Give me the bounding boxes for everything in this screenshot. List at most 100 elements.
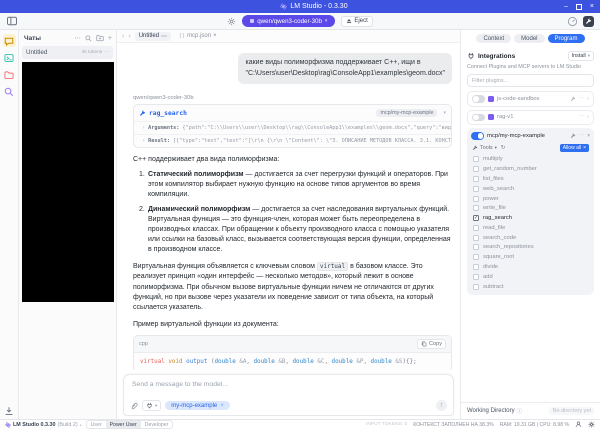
plugin-collapse-icon[interactable]: ▾ bbox=[587, 133, 590, 139]
settings-gear-icon[interactable] bbox=[588, 421, 595, 428]
loaded-model-selector[interactable]: qwen/qwen3-coder-30b ▾ bbox=[242, 15, 336, 27]
tools-wrench-icon bbox=[472, 145, 478, 150]
chats-search-icon[interactable] bbox=[85, 34, 92, 42]
tool-checkbox[interactable] bbox=[473, 175, 479, 182]
tool-row-power[interactable]: power bbox=[471, 194, 590, 204]
nav-discover-button[interactable] bbox=[3, 85, 16, 98]
tool-checkbox[interactable] bbox=[473, 195, 479, 202]
tool-row-multiply[interactable]: multiply bbox=[471, 155, 590, 165]
remove-plugin-icon[interactable]: × bbox=[220, 403, 224, 409]
developer-tools-button[interactable] bbox=[583, 15, 594, 27]
tool-result-row[interactable]: › Result: [{"type":"text","text":"[\r\n … bbox=[134, 134, 451, 147]
tool-row-divide[interactable]: divide bbox=[471, 262, 590, 272]
tools-dropdown[interactable]: Tools bbox=[480, 145, 493, 151]
active-plugin-chip[interactable]: my-mcp-example × bbox=[165, 401, 230, 410]
code-token: , bbox=[285, 359, 293, 366]
maximize-button[interactable] bbox=[575, 3, 582, 10]
mode-developer[interactable]: Developer bbox=[141, 421, 173, 428]
mode-power-user[interactable]: Power User bbox=[105, 421, 141, 428]
tool-row-square_root[interactable]: square_root bbox=[471, 252, 590, 262]
tool-arguments-row[interactable]: › Arguments: {"path":"C:\\Users\\user\\D… bbox=[134, 121, 451, 134]
mode-user[interactable]: User bbox=[87, 421, 106, 428]
send-message-button[interactable]: ↑ bbox=[436, 400, 447, 411]
tool-checkbox[interactable] bbox=[473, 234, 479, 241]
plugin-expand-icon[interactable]: › bbox=[587, 96, 589, 102]
tool-row-search_repositories[interactable]: search_repositories bbox=[471, 243, 590, 253]
tool-checkbox[interactable] bbox=[473, 254, 479, 261]
tool-row-get_random_number[interactable]: get_random_number bbox=[471, 164, 590, 174]
tool-row-rag_search[interactable]: ✓ rag_search bbox=[471, 213, 590, 223]
model-settings-gear-icon[interactable] bbox=[227, 17, 236, 26]
nav-back-button[interactable]: ‹ bbox=[122, 33, 124, 40]
nav-my-models-button[interactable] bbox=[3, 68, 16, 81]
tool-row-search_code[interactable]: search_code bbox=[471, 233, 590, 243]
tab-mcp-json[interactable]: {} mcp.json × bbox=[175, 32, 221, 40]
plugin-more-button[interactable]: ⋯ bbox=[579, 133, 585, 139]
plugin-row-rag-v1[interactable]: rag-v1 ⋯ › bbox=[467, 109, 594, 125]
tool-checkbox[interactable] bbox=[473, 263, 479, 270]
filter-plugins-input[interactable]: Filter plugins... bbox=[467, 74, 594, 87]
tool-checkbox[interactable] bbox=[473, 205, 479, 212]
plugin-toggle[interactable] bbox=[472, 95, 485, 103]
tool-checkbox[interactable] bbox=[473, 166, 479, 173]
plugin-more-button[interactable]: ⋯ bbox=[579, 114, 585, 120]
user-account-icon[interactable] bbox=[575, 421, 582, 428]
composer-placeholder[interactable]: Send a message to the model... bbox=[129, 380, 448, 400]
downloads-button[interactable] bbox=[4, 406, 14, 416]
tool-checkbox[interactable] bbox=[473, 156, 479, 163]
tool-row-read_file[interactable]: read_file bbox=[471, 223, 590, 233]
wrench-icon bbox=[585, 18, 592, 24]
plugin-row-js-code-sandbox[interactable]: js-code-sandbox ⋯ › bbox=[467, 91, 594, 107]
tab-untitled[interactable]: Untitled ⋯ bbox=[134, 31, 172, 41]
tab-program[interactable]: Program bbox=[547, 34, 585, 43]
tab-context[interactable]: Context bbox=[476, 34, 512, 43]
nav-chat-button[interactable] bbox=[2, 34, 16, 47]
message-composer[interactable]: Send a message to the model... ▾ my-mcp-… bbox=[123, 374, 454, 416]
resource-monitor-icon[interactable] bbox=[567, 16, 578, 27]
plugin-toggle[interactable] bbox=[472, 113, 485, 121]
plugins-menu-button[interactable]: ▾ bbox=[142, 400, 162, 411]
minimize-button[interactable]: – bbox=[564, 3, 568, 10]
refresh-tools-icon[interactable]: ↻ bbox=[501, 145, 506, 151]
conversation-scroll[interactable]: какие виды полиморфизма поддерживает C++… bbox=[117, 43, 460, 370]
tool-collapse-icon[interactable]: ▾ bbox=[443, 110, 446, 116]
tool-checkbox[interactable] bbox=[473, 273, 479, 280]
tool-checkbox[interactable]: ✓ bbox=[473, 215, 479, 222]
app-version[interactable]: LM Studio 0.3.30 (Build 2) ▴ bbox=[5, 422, 82, 428]
new-chat-button[interactable]: + bbox=[108, 35, 112, 42]
close-button[interactable]: × bbox=[590, 3, 594, 10]
tool-checkbox[interactable] bbox=[473, 224, 479, 231]
chats-panel-title: Чаты bbox=[24, 34, 41, 42]
copy-code-button[interactable]: Copy bbox=[416, 339, 446, 350]
tab-model[interactable]: Model bbox=[514, 34, 545, 43]
tool-row-add[interactable]: add bbox=[471, 272, 590, 282]
tab-more-button[interactable]: ⋯ bbox=[161, 33, 167, 40]
active-plugin-name: my-mcp-example bbox=[171, 402, 218, 409]
allow-all-badge[interactable]: Allow all × bbox=[559, 143, 589, 152]
tool-row-write_file[interactable]: write_file bbox=[471, 203, 590, 213]
tool-row-web_search[interactable]: web_search bbox=[471, 184, 590, 194]
sidebar-toggle-icon[interactable] bbox=[6, 15, 18, 27]
nav-forward-button[interactable]: › bbox=[128, 33, 130, 40]
plugin-more-button[interactable]: ⋯ bbox=[579, 96, 585, 102]
nav-developer-button[interactable] bbox=[3, 51, 16, 64]
tab-close-icon[interactable]: × bbox=[213, 33, 217, 39]
chats-more-button[interactable]: ⋯ bbox=[74, 34, 81, 42]
chat-item-more-button[interactable]: ⋯ bbox=[104, 50, 109, 55]
eject-model-button[interactable]: Eject bbox=[341, 15, 373, 27]
tool-checkbox[interactable] bbox=[473, 283, 479, 290]
attach-file-icon[interactable] bbox=[130, 402, 138, 410]
tool-checkbox[interactable] bbox=[473, 185, 479, 192]
remove-allow-all-icon[interactable]: × bbox=[583, 145, 586, 151]
chat-list-item[interactable]: Untitled 4k tokens ⋯ bbox=[22, 46, 113, 59]
tool-row-list_files[interactable]: list_files bbox=[471, 174, 590, 184]
new-folder-icon[interactable] bbox=[96, 34, 104, 42]
working-directory-value[interactable]: No directory yet bbox=[549, 407, 594, 415]
plugin-toggle[interactable] bbox=[471, 132, 484, 140]
code-block: cpp Copy virtual void output (double &A,… bbox=[133, 335, 452, 370]
tool-row-subtract[interactable]: subtract bbox=[471, 282, 590, 292]
plugin-expand-icon[interactable]: › bbox=[587, 114, 589, 120]
tool-call-block[interactable]: rag_search mcp/my-mcp-example ▾ › Argume… bbox=[133, 104, 452, 148]
tool-checkbox[interactable] bbox=[473, 244, 479, 251]
install-button[interactable]: Install ▾ bbox=[567, 51, 594, 61]
